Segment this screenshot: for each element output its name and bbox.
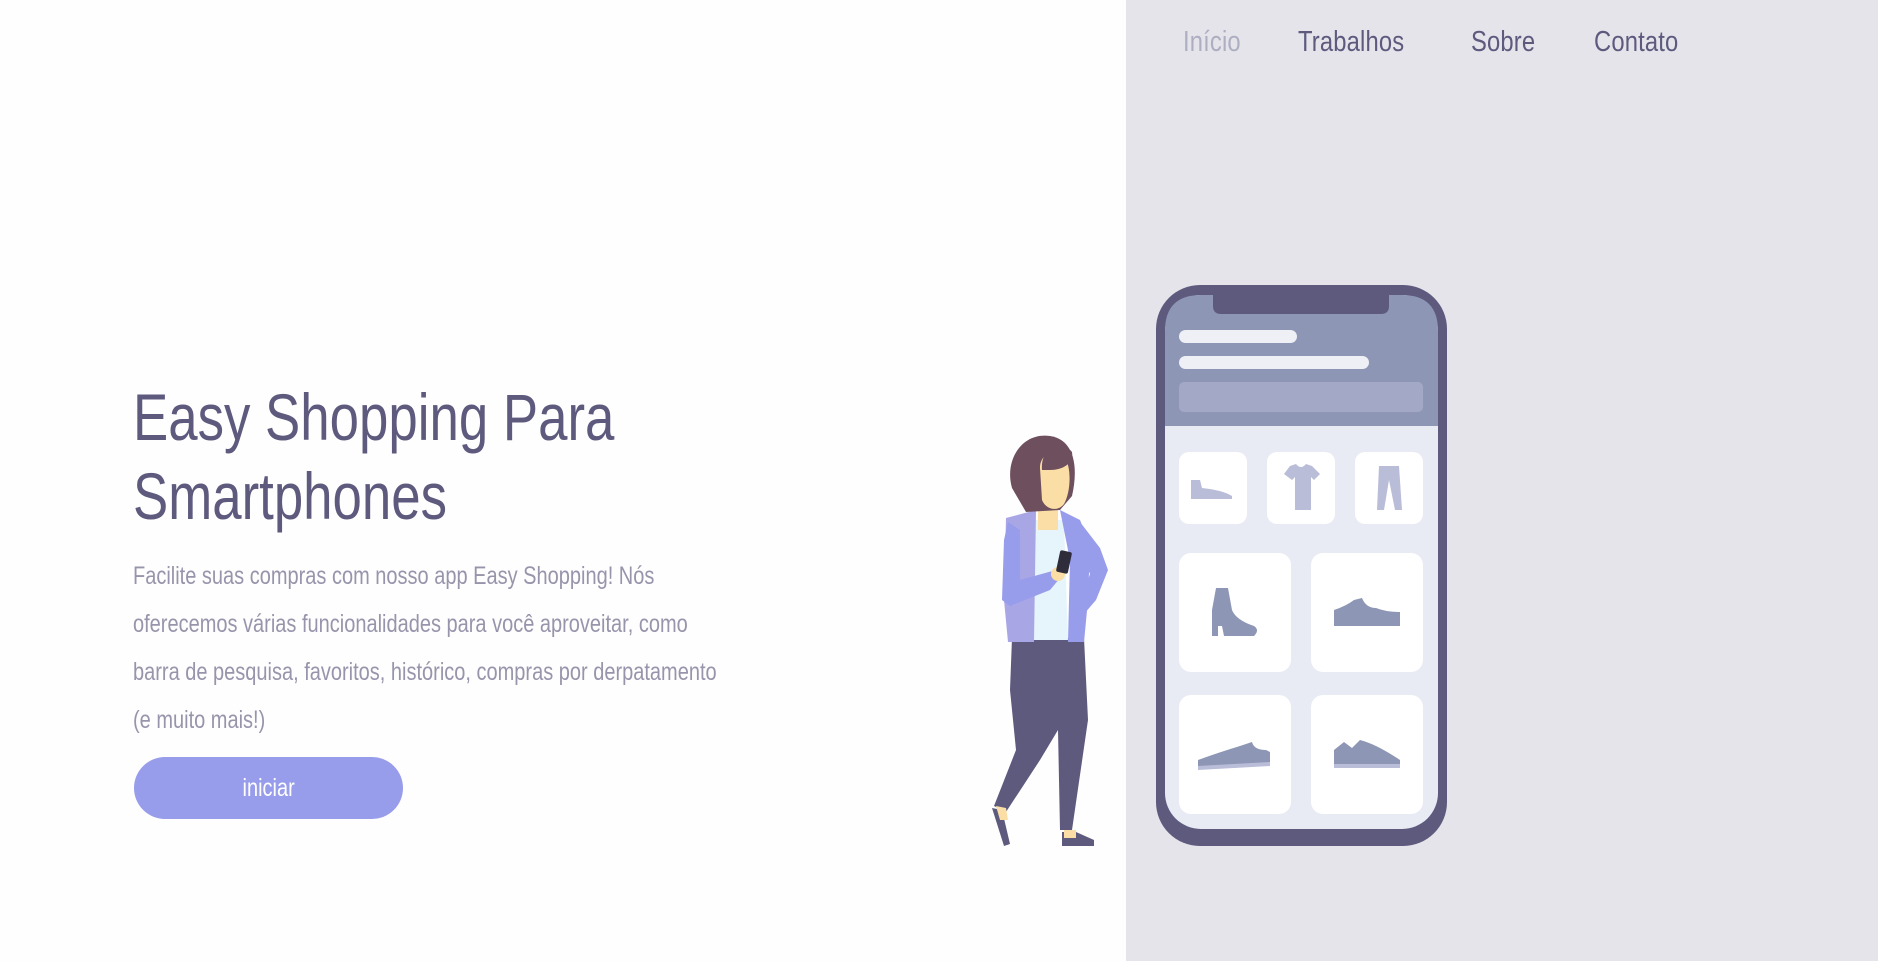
- shopping-illustration: [992, 285, 1447, 846]
- woman-figure: [992, 435, 1108, 846]
- phone-mockup: [1156, 285, 1447, 846]
